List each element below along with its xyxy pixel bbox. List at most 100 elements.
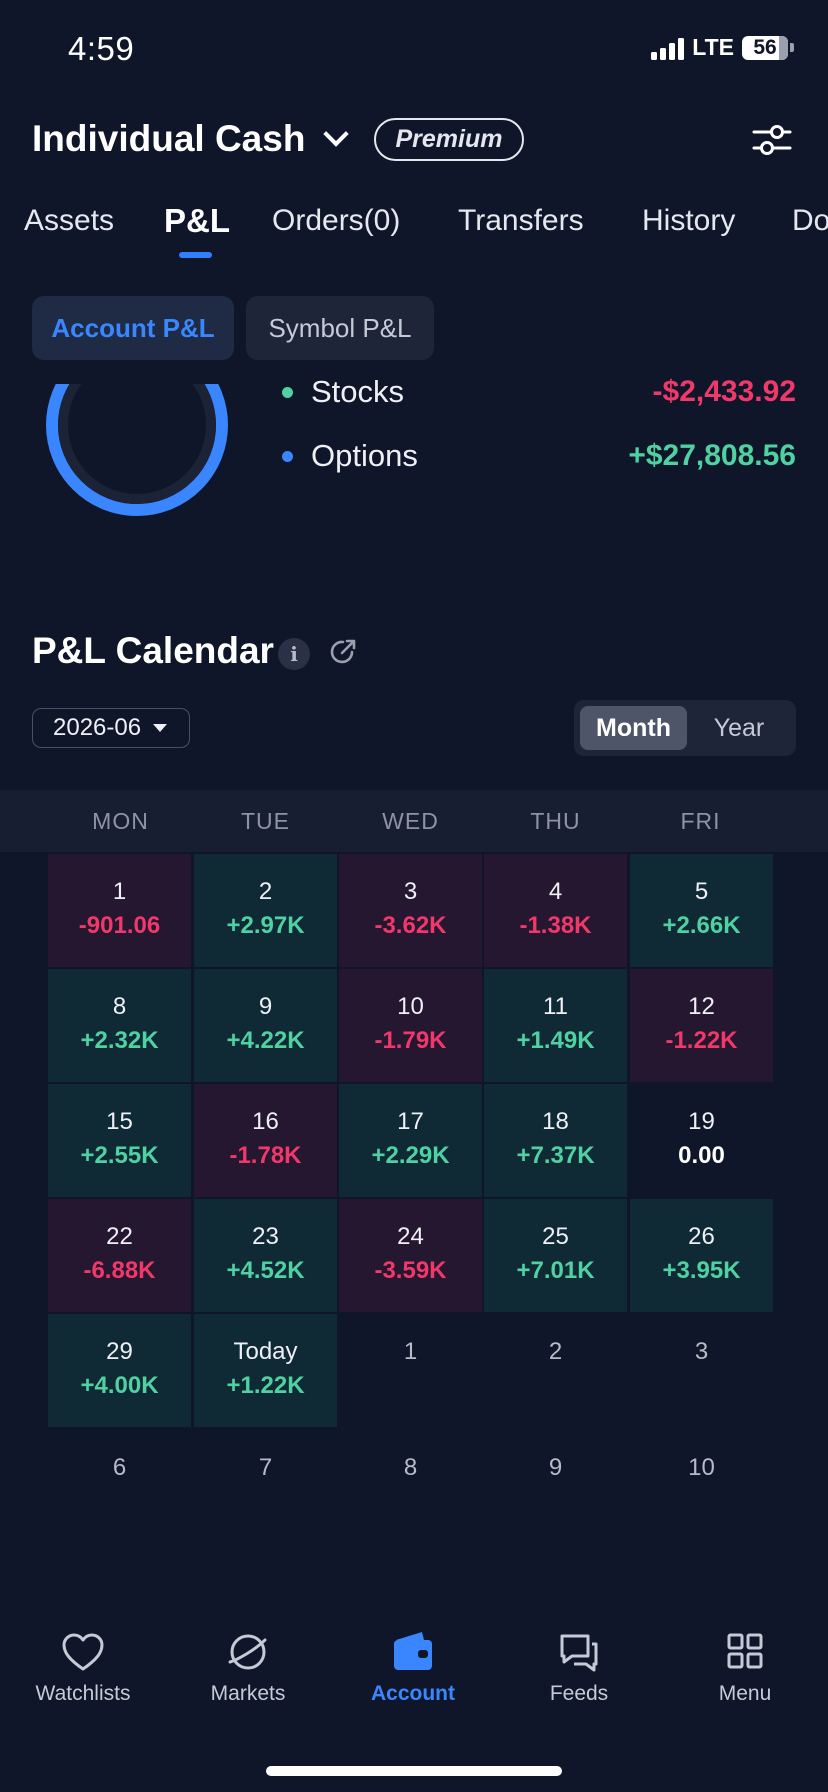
- calendar-day[interactable]: 19 0.00: [630, 1084, 773, 1197]
- calendar-day[interactable]: 3 -3.62K: [339, 854, 482, 967]
- calendar-day[interactable]: 12 -1.22K: [630, 969, 773, 1082]
- calendar-day[interactable]: 8 +2.32K: [48, 969, 191, 1082]
- day-pnl-value: -3.62K: [374, 912, 447, 939]
- day-number: 29: [106, 1338, 133, 1365]
- options-pnl-value: +$27,808.56: [628, 439, 796, 472]
- calendar-day: 6: [48, 1430, 191, 1543]
- legend-label: Options: [311, 438, 418, 473]
- weekday-label: TUE: [241, 808, 290, 834]
- calendar-day-today[interactable]: Today +1.22K: [194, 1314, 337, 1427]
- calendar-day[interactable]: 26 +3.95K: [630, 1199, 773, 1312]
- nav-menu[interactable]: Menu: [662, 1630, 828, 1706]
- calendar-day[interactable]: 11 +1.49K: [484, 969, 627, 1082]
- weekday-header: MON TUE WED THU FRI: [0, 790, 828, 852]
- day-number: 19: [688, 1108, 715, 1135]
- calendar-day[interactable]: 2 +2.97K: [194, 854, 337, 967]
- nav-account[interactable]: Account: [330, 1630, 496, 1706]
- tab-pnl[interactable]: P&L: [164, 202, 230, 240]
- day-number: 22: [106, 1223, 133, 1250]
- status-indicators: LTE 56: [651, 34, 794, 61]
- calendar-day[interactable]: 1 -901.06: [48, 854, 191, 967]
- account-selector[interactable]: Individual Cash: [32, 118, 350, 160]
- day-number: 25: [542, 1223, 569, 1250]
- calendar-day[interactable]: 24 -3.59K: [339, 1199, 482, 1312]
- day-number: 26: [688, 1223, 715, 1250]
- day-number: Today: [233, 1338, 298, 1365]
- calendar-day[interactable]: 4 -1.38K: [484, 854, 627, 967]
- chevron-down-icon: [323, 121, 350, 147]
- calendar-day: 7: [194, 1430, 337, 1543]
- sliders-icon[interactable]: [752, 120, 792, 160]
- day-pnl-value: +4.52K: [226, 1257, 305, 1284]
- calendar-day[interactable]: 15 +2.55K: [48, 1084, 191, 1197]
- day-number: 8: [403, 1454, 418, 1481]
- status-time: 4:59: [68, 30, 135, 67]
- calendar-day[interactable]: 23 +4.52K: [194, 1199, 337, 1312]
- year-mode-button[interactable]: Year: [688, 706, 790, 750]
- calendar-day[interactable]: 25 +7.01K: [484, 1199, 627, 1312]
- nav-feeds[interactable]: Feeds: [496, 1630, 662, 1706]
- day-number: 2: [548, 1338, 563, 1365]
- options-dot: [282, 450, 293, 462]
- day-pnl-value: +4.22K: [226, 1027, 305, 1054]
- day-number: 24: [397, 1223, 424, 1250]
- month-dropdown[interactable]: 2026-06: [32, 708, 190, 748]
- info-icon[interactable]: i: [278, 638, 310, 670]
- home-indicator: [266, 1766, 562, 1776]
- tab-documents[interactable]: Do: [792, 204, 828, 238]
- day-number: 10: [688, 1454, 715, 1481]
- day-number: 3: [694, 1338, 709, 1365]
- tab-transfers[interactable]: Transfers: [458, 204, 584, 238]
- day-number: 7: [258, 1454, 273, 1481]
- chat-icon: [560, 1634, 598, 1672]
- day-pnl-value: +2.66K: [662, 912, 741, 939]
- calendar-day: 10: [630, 1430, 773, 1543]
- share-icon[interactable]: [328, 637, 358, 667]
- calendar-day[interactable]: 16 -1.78K: [194, 1084, 337, 1197]
- calendar-day[interactable]: 29 +4.00K: [48, 1314, 191, 1427]
- calendar-day[interactable]: 17 +2.29K: [339, 1084, 482, 1197]
- tab-history[interactable]: History: [642, 204, 735, 238]
- day-pnl-value: -901.06: [78, 912, 161, 939]
- day-number: 6: [112, 1454, 127, 1481]
- tab-assets[interactable]: Assets: [24, 204, 114, 238]
- tab-orders[interactable]: Orders(0): [272, 204, 400, 238]
- weekday-label: WED: [382, 808, 439, 834]
- day-number: 1: [403, 1338, 418, 1365]
- day-pnl-value: -1.22K: [665, 1027, 738, 1054]
- symbol-pnl-button[interactable]: Symbol P&L: [246, 296, 434, 360]
- day-number: 2: [258, 878, 273, 905]
- network-label: LTE: [692, 34, 734, 60]
- weekday-label: MON: [92, 808, 149, 834]
- calendar-day: 3: [630, 1314, 773, 1427]
- planet-icon: [228, 1634, 267, 1670]
- pnl-donut-chart: [46, 384, 228, 516]
- calendar-day[interactable]: 10 -1.79K: [339, 969, 482, 1082]
- day-pnl-value: +1.22K: [226, 1372, 305, 1399]
- stocks-dot: [282, 386, 293, 398]
- day-pnl-value: +2.29K: [371, 1142, 450, 1169]
- day-number: 15: [106, 1108, 133, 1135]
- day-pnl-value: -1.78K: [229, 1142, 302, 1169]
- day-number: 8: [112, 993, 127, 1020]
- legend-options: Options: [282, 438, 418, 474]
- calendar-day[interactable]: 22 -6.88K: [48, 1199, 191, 1312]
- calendar-day[interactable]: 18 +7.37K: [484, 1084, 627, 1197]
- calendar-day[interactable]: 5 +2.66K: [630, 854, 773, 967]
- day-number: 18: [542, 1108, 569, 1135]
- month-mode-button[interactable]: Month: [580, 706, 687, 750]
- nav-markets[interactable]: Markets: [165, 1630, 331, 1706]
- day-number: 12: [688, 993, 715, 1020]
- calendar-day[interactable]: 9 +4.22K: [194, 969, 337, 1082]
- account-name: Individual Cash: [32, 118, 306, 159]
- day-pnl-value: +4.00K: [80, 1372, 159, 1399]
- nav-watchlists[interactable]: Watchlists: [0, 1630, 166, 1706]
- day-pnl-value: +2.55K: [80, 1142, 159, 1169]
- grid-icon: [727, 1633, 763, 1669]
- pnl-donut-area: [0, 384, 260, 524]
- stocks-pnl-value: -$2,433.92: [652, 375, 796, 408]
- day-pnl-value: +7.01K: [516, 1257, 595, 1284]
- account-pnl-button[interactable]: Account P&L: [32, 296, 234, 360]
- day-pnl-value: -1.79K: [374, 1027, 447, 1054]
- premium-badge[interactable]: Premium: [374, 118, 524, 161]
